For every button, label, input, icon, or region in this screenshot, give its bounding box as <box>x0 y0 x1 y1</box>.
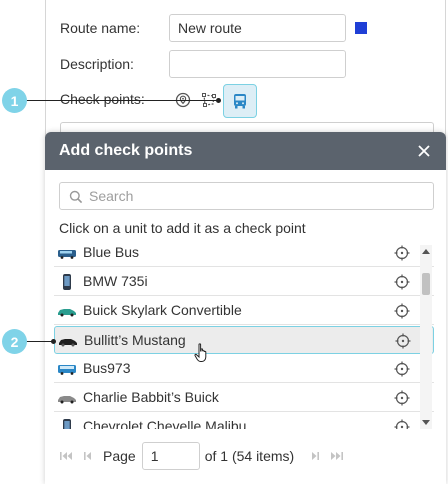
target-icon[interactable] <box>394 419 410 429</box>
phone-icon <box>63 274 71 290</box>
search-box <box>59 182 434 210</box>
check-points-list <box>60 122 434 132</box>
search-icon <box>69 190 83 204</box>
target-icon[interactable] <box>394 245 410 261</box>
search-input[interactable] <box>89 187 419 205</box>
list-item[interactable]: BMW 735i <box>54 268 434 296</box>
callout-1: 1 <box>2 88 27 113</box>
target-icon[interactable] <box>394 390 410 406</box>
description-label: Description: <box>60 56 134 72</box>
hand-cursor-icon <box>194 343 207 362</box>
target-icon[interactable] <box>395 333 411 349</box>
unit-name: Blue Bus <box>83 244 140 260</box>
callout-line <box>25 341 53 342</box>
close-icon[interactable] <box>416 143 432 159</box>
list-item[interactable]: Buick Skylark Convertible <box>54 297 434 325</box>
scroll-up-icon[interactable] <box>422 249 430 254</box>
first-page-button[interactable] <box>59 449 73 463</box>
target-icon[interactable] <box>394 274 410 290</box>
dialog-hint: Click on a unit to add it as a check poi… <box>59 220 306 236</box>
callout-line <box>25 100 218 101</box>
list-item[interactable]: Charlie Babbit’s Buick <box>54 384 434 412</box>
callout-2: 2 <box>2 329 27 354</box>
unit-name: Buick Skylark Convertible <box>83 302 242 318</box>
last-page-icon <box>331 452 344 460</box>
list-item[interactable]: Bullitt’s Mustang <box>54 326 434 354</box>
car-icon <box>59 339 77 347</box>
unit-name: Bullitt’s Mustang <box>84 332 186 348</box>
car-icon <box>58 396 76 404</box>
unit-name: Chevrolet Chevelle Malibu <box>83 418 247 429</box>
unit-list: Blue Bus BMW 735i Buick Skylark Converti… <box>54 239 434 429</box>
page-info: of 1 (54 items) <box>204 448 295 464</box>
list-item[interactable]: Blue Bus <box>54 239 434 267</box>
first-page-icon <box>60 452 72 460</box>
unit-name: BMW 735i <box>83 273 148 289</box>
description-input[interactable] <box>169 50 346 78</box>
dialog-header: Add check points <box>45 132 446 170</box>
add-check-points-dialog: Add check points Click on a unit to add … <box>45 132 446 484</box>
target-icon[interactable] <box>394 361 410 377</box>
next-page-button[interactable] <box>308 449 322 463</box>
callout-dot <box>216 98 221 103</box>
route-color-swatch[interactable] <box>355 22 367 34</box>
target-icon[interactable] <box>394 303 410 319</box>
last-page-button[interactable] <box>330 449 344 463</box>
pagination: Page of 1 (54 items) <box>59 442 352 470</box>
list-item[interactable]: Bus973 <box>54 355 434 383</box>
prev-page-icon <box>84 452 91 460</box>
bus-icon <box>58 365 76 375</box>
list-scrollbar[interactable] <box>420 245 432 429</box>
route-name-input[interactable] <box>169 14 346 42</box>
prev-page-button[interactable] <box>81 449 95 463</box>
scroll-thumb[interactable] <box>422 273 430 295</box>
page-number-input[interactable] <box>141 442 200 470</box>
phone-icon <box>63 419 71 429</box>
check-points-label: Check points: <box>60 91 145 107</box>
next-page-icon <box>312 452 320 460</box>
bus-icon <box>234 94 246 109</box>
scroll-down-icon[interactable] <box>422 420 430 425</box>
page-label: Page <box>103 448 136 464</box>
bus-icon <box>58 250 76 259</box>
unit-name: Charlie Babbit’s Buick <box>83 389 219 405</box>
dialog-title: Add check points <box>59 142 193 159</box>
list-item[interactable]: Chevrolet Chevelle Malibu <box>54 413 434 429</box>
route-name-label: Route name: <box>60 20 141 36</box>
add-unit-button[interactable] <box>223 84 257 118</box>
car-icon <box>58 309 76 317</box>
unit-name: Bus973 <box>83 360 131 376</box>
callout-dot <box>51 339 56 344</box>
